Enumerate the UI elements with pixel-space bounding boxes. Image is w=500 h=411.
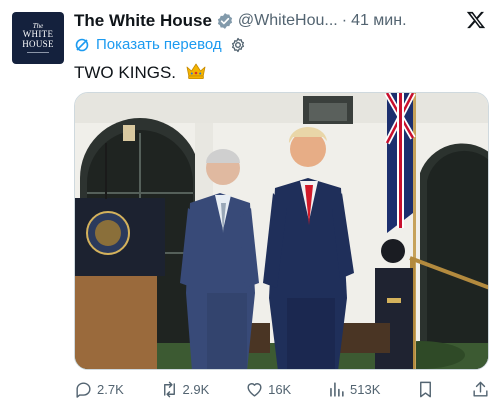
- bookmark-button[interactable]: [416, 380, 435, 399]
- like-button[interactable]: 16K: [245, 380, 291, 399]
- repost-button[interactable]: 2.9K: [160, 380, 210, 399]
- x-logo-icon: [466, 10, 486, 30]
- show-translation-link[interactable]: Показать перевод: [74, 36, 246, 53]
- views-icon: [330, 381, 344, 397]
- share-icon: [473, 381, 488, 397]
- repost-count: 2.9K: [182, 381, 210, 397]
- author-handle[interactable]: @WhiteHou...: [238, 12, 338, 30]
- avatar[interactable]: The WHITE HOUSE: [12, 12, 64, 64]
- tweet-text-content: TWO KINGS.: [74, 63, 176, 82]
- crown-emoji: [185, 62, 207, 85]
- tweet-photo[interactable]: [74, 92, 489, 370]
- author-name[interactable]: The White House: [74, 11, 212, 31]
- share-button[interactable]: [471, 380, 490, 399]
- gear-icon[interactable]: [230, 37, 246, 53]
- bookmark-icon: [420, 381, 432, 397]
- translate-icon: [74, 37, 90, 53]
- verified-badge-icon[interactable]: [216, 12, 234, 30]
- header-separator: ·: [341, 12, 348, 29]
- timestamp[interactable]: 41 мин.: [351, 12, 406, 30]
- avatar-logo-divider: [27, 52, 49, 54]
- reply-count: 2.7K: [97, 381, 124, 397]
- views-count: 513K: [350, 381, 381, 397]
- tweet-actions: 2.7K 2.9K 16K 513K: [74, 378, 490, 400]
- show-translation-label[interactable]: Показать перевод: [96, 36, 222, 53]
- tweet-text: TWO KINGS.: [74, 62, 207, 85]
- repost-icon: [163, 381, 175, 397]
- avatar-logo-line3: HOUSE: [22, 38, 54, 49]
- photo-scene: [75, 93, 488, 369]
- like-icon: [247, 382, 262, 397]
- tweet-header: The White House @WhiteHou... · 41 мин.: [74, 10, 460, 32]
- like-count: 16K: [268, 381, 292, 397]
- reply-button[interactable]: 2.7K: [74, 380, 124, 399]
- reply-icon: [76, 381, 91, 398]
- views-button[interactable]: 513K: [327, 380, 380, 399]
